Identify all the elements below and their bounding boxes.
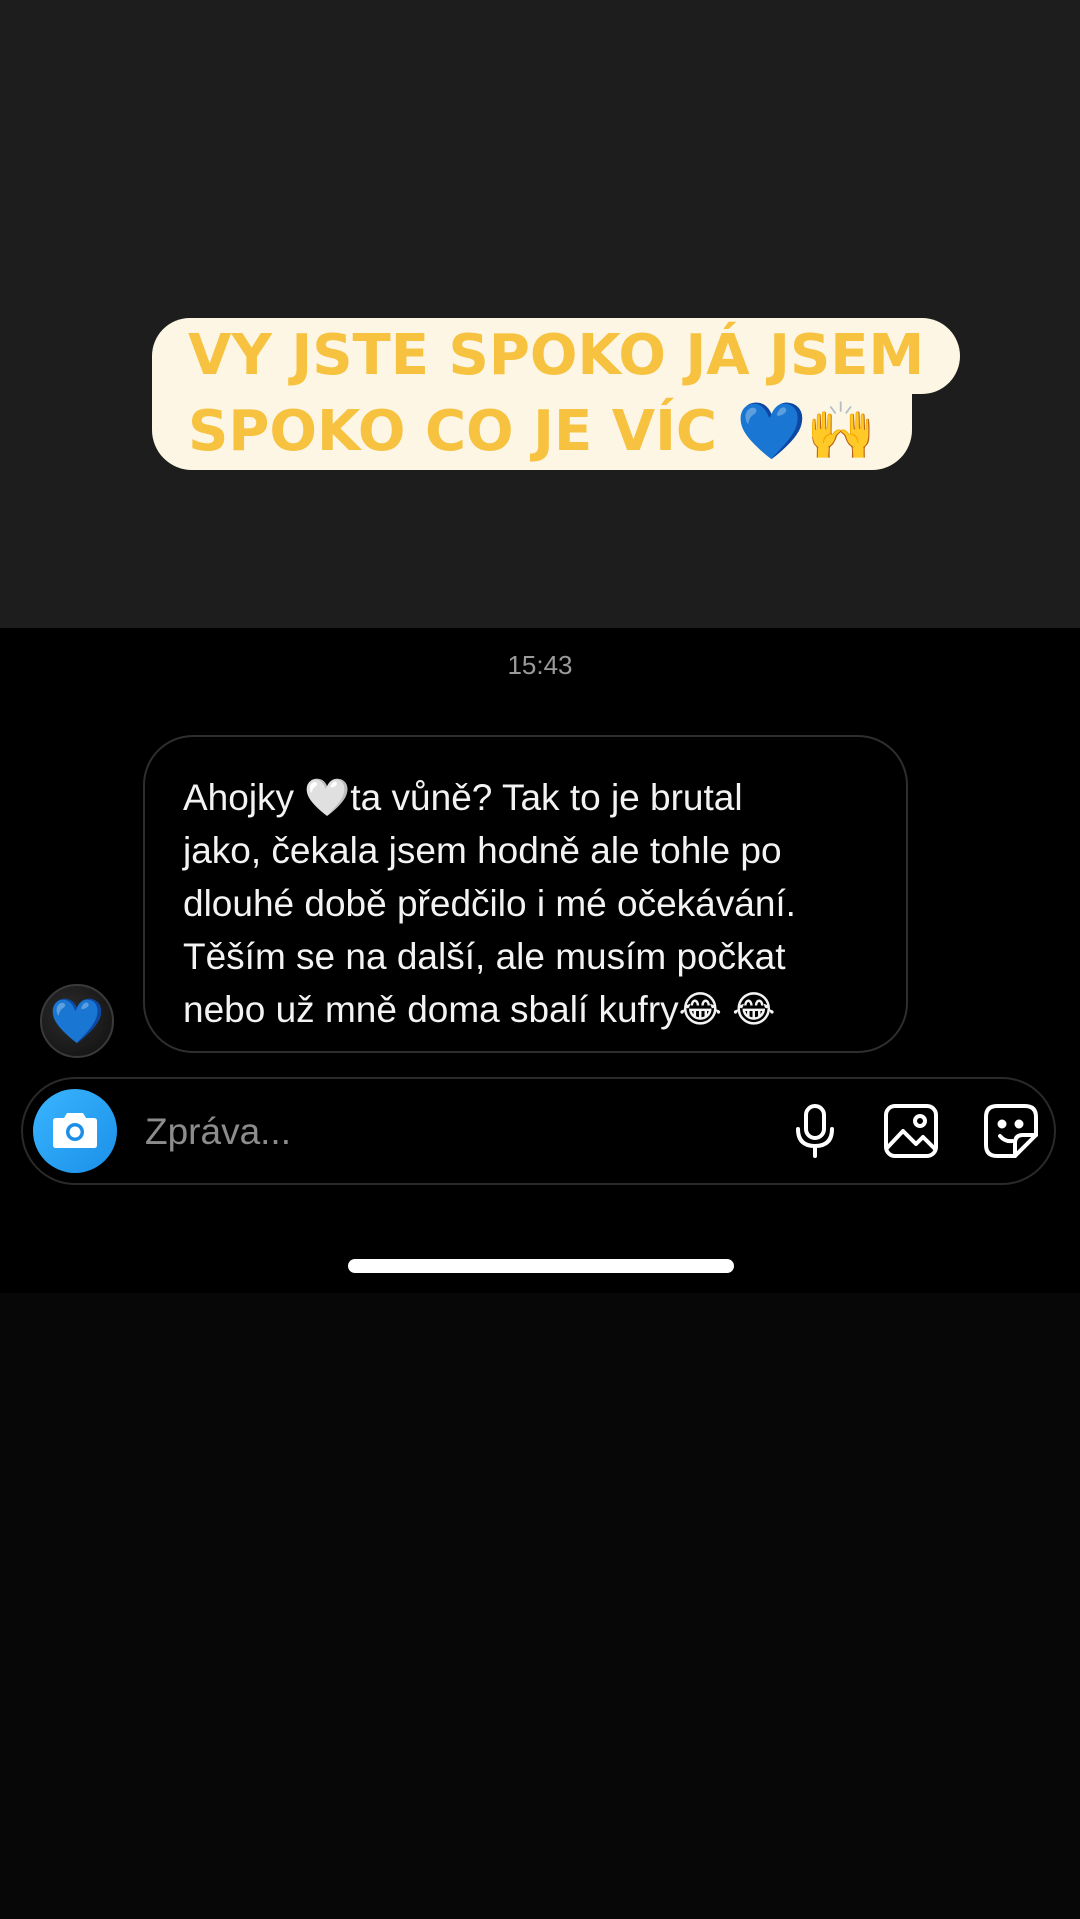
message-line: jako, čekala jsem hodně ale tohle po: [183, 830, 782, 871]
caption-line-2: SPOKO CO JE VÍC 💙🙌: [152, 394, 912, 470]
microphone-icon: [793, 1103, 837, 1164]
avatar-emoji: 💙: [49, 997, 105, 1046]
sender-avatar[interactable]: 💙: [40, 984, 114, 1058]
sticker-button[interactable]: [981, 1103, 1041, 1163]
message-composer: [21, 1077, 1056, 1185]
message-line: Ahojky 🤍ta vůně? Tak to je brutal: [183, 777, 743, 818]
message-timestamp: 15:43: [507, 650, 573, 680]
story-caption: VY JSTE SPOKO JÁ JSEM SPOKO CO JE VÍC 💙🙌: [152, 318, 961, 470]
home-indicator[interactable]: [348, 1259, 734, 1273]
message-line: nebo už mně doma sbalí kufry😂 😂: [183, 989, 776, 1030]
voice-message-button[interactable]: [785, 1103, 845, 1163]
gallery-icon: [883, 1103, 939, 1164]
received-message-bubble[interactable]: Ahojky 🤍ta vůně? Tak to je brutal jako, …: [143, 735, 908, 1053]
sticker-icon: [983, 1103, 1039, 1164]
story-reply-preview[interactable]: VY JSTE SPOKO JÁ JSEM SPOKO CO JE VÍC 💙🙌: [0, 0, 1080, 628]
chat-thread: 15:43 Ahojky 🤍ta vůně? Tak to je brutal …: [0, 628, 1080, 1293]
gallery-button[interactable]: [881, 1103, 941, 1163]
message-line: Těším se na další, ale musím počkat: [183, 936, 786, 977]
caption-line-1: VY JSTE SPOKO JÁ JSEM: [152, 318, 961, 394]
camera-icon: [52, 1109, 98, 1154]
message-input[interactable]: [143, 1105, 627, 1159]
message-line: dlouhé době předčilo i mé očekávání.: [183, 883, 796, 924]
camera-button[interactable]: [33, 1089, 117, 1173]
